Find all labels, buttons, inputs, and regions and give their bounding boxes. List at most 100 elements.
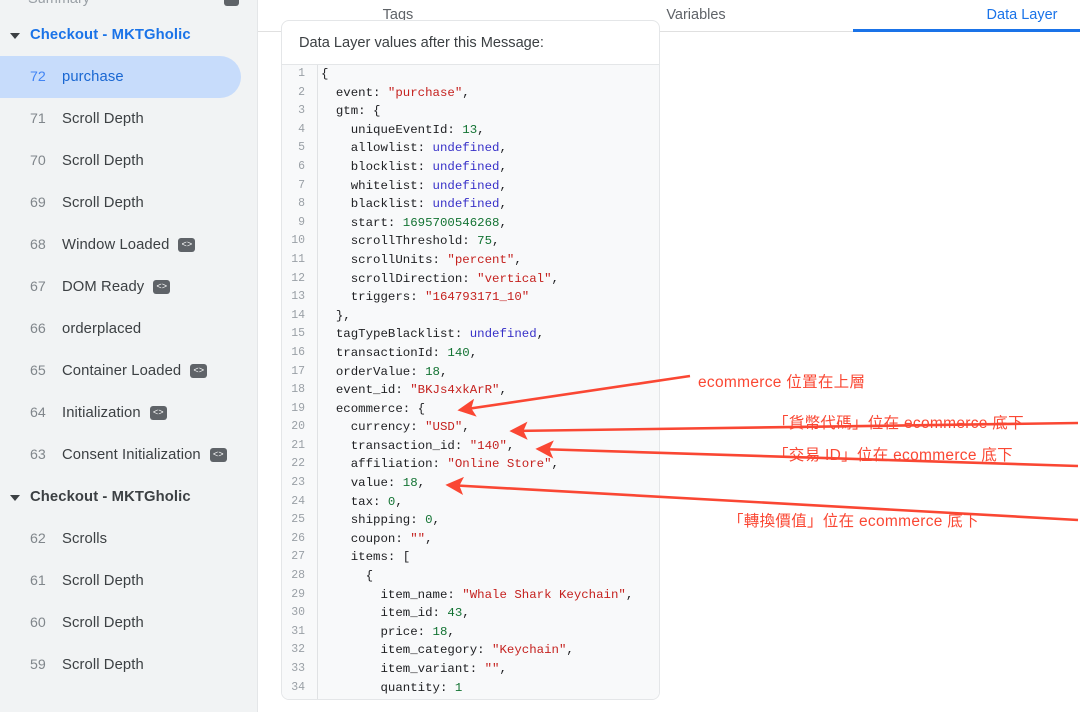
code-line: 5 allowlist: undefined, [282, 139, 659, 158]
sidebar-event-row[interactable]: 60 Scroll Depth [0, 602, 241, 644]
sidebar-group-label: Checkout - MKTGholic [30, 489, 191, 505]
sidebar-event-row[interactable]: 67 DOM Ready <> [0, 266, 241, 308]
event-label: Scroll Depth [62, 195, 144, 211]
code-line: 3 gtm: { [282, 102, 659, 121]
code-badge-icon: <> [209, 448, 227, 462]
code-source: price: 18, [321, 624, 455, 639]
line-number: 10 [291, 234, 305, 248]
event-number: 71 [30, 111, 46, 127]
sidebar-event-row[interactable]: 69 Scroll Depth [0, 182, 241, 224]
event-number: 61 [30, 573, 46, 589]
line-number: 21 [291, 438, 305, 452]
code-badge-icon: <> [178, 238, 196, 252]
line-number: 17 [291, 364, 305, 378]
event-label: Scroll Depth [62, 657, 144, 673]
tab-data-layer[interactable]: Data Layer [987, 0, 1058, 32]
annotation-label: ecommerce 位置在上層 [698, 374, 866, 391]
code-line: 12 scrollDirection: "vertical", [282, 270, 659, 289]
code-source: quantity: 1 [321, 680, 463, 695]
tab-variables[interactable]: Variables [666, 0, 725, 32]
chevron-down-icon[interactable] [8, 489, 24, 505]
code-source: transactionId: 140, [321, 345, 478, 360]
code-line: 32 item_category: "Keychain", [282, 641, 659, 660]
code-source: allowlist: undefined, [321, 141, 507, 156]
code-line: 22 affiliation: "Online Store", [282, 455, 659, 474]
sidebar-event-row[interactable]: 68 Window Loaded <> [0, 224, 241, 266]
code-source: { [321, 569, 374, 584]
main-panel: Tags Variables Data Layer Data Layer value… [258, 0, 1080, 712]
code-line: 7 whitelist: undefined, [282, 177, 659, 196]
code-source: blacklist: undefined, [321, 197, 507, 212]
line-number: 34 [291, 680, 305, 694]
code-line: 4 uniqueEventId: 13, [282, 121, 659, 140]
line-number: 9 [298, 215, 305, 229]
gutter-divider [317, 65, 318, 699]
annotation-label: 「轉換價值」位在 ecommerce 底下 [728, 513, 979, 530]
event-label: purchase [62, 69, 124, 85]
line-number: 5 [298, 141, 305, 155]
sidebar-event-row[interactable]: 59 Scroll Depth [0, 644, 241, 686]
sidebar-event-row[interactable]: 62 Scrolls [0, 518, 241, 560]
chevron-down-icon[interactable] [8, 27, 24, 43]
code-source: items: [ [321, 550, 411, 565]
code-source: blocklist: undefined, [321, 159, 507, 174]
card-title: Data Layer values after this Message: [282, 21, 659, 65]
event-label: Scroll Depth [62, 573, 144, 589]
code-source: { [321, 67, 329, 81]
code-source: gtm: { [321, 104, 381, 119]
line-number: 15 [291, 327, 305, 341]
code-source: item_category: "Keychain", [321, 643, 574, 658]
code-line: 28 { [282, 567, 659, 586]
code-line: 30 item_id: 43, [282, 604, 659, 623]
code-line: 20 currency: "USD", [282, 418, 659, 437]
code-source: shipping: 0, [321, 513, 440, 528]
line-number: 4 [298, 122, 305, 136]
code-line: 35 } [282, 697, 659, 699]
code-line: 1{ [282, 65, 659, 84]
event-label: Window Loaded [62, 237, 170, 253]
code-line: 16 transactionId: 140, [282, 344, 659, 363]
event-number: 72 [30, 69, 46, 85]
sidebar-event-row[interactable]: 61 Scroll Depth [0, 560, 241, 602]
event-list-sidebar[interactable]: Summary Checkout - MKTGholic 72 purchase 71… [0, 0, 258, 712]
sidebar-event-row[interactable]: 66 orderplaced [0, 308, 241, 350]
code-line: 21 transaction_id: "140", [282, 437, 659, 456]
event-label: Scroll Depth [62, 615, 144, 631]
code-line: 17 orderValue: 18, [282, 363, 659, 382]
code-source: item_variant: "", [321, 662, 507, 676]
line-number: 24 [291, 494, 305, 508]
code-source: currency: "USD", [321, 420, 470, 435]
sidebar-group-header[interactable]: Checkout - MKTGholic [0, 14, 257, 56]
line-number: 22 [291, 457, 305, 471]
code-badge-icon: <> [153, 280, 171, 294]
code-line: 6 blocklist: undefined, [282, 158, 659, 177]
code-source: orderValue: 18, [321, 364, 448, 379]
line-number: 16 [291, 345, 305, 359]
code-source: scrollUnits: "percent", [321, 252, 522, 267]
event-number: 69 [30, 195, 46, 211]
line-number: 23 [291, 476, 305, 490]
event-label: Container Loaded [62, 363, 182, 379]
code-viewer[interactable]: 1{2 event: "purchase", 3 gtm: {4 uniqueEv… [282, 65, 659, 699]
code-line: 10 scrollThreshold: 75, [282, 232, 659, 251]
active-tab-underline [853, 29, 1080, 32]
sidebar-event-row[interactable]: 70 Scroll Depth [0, 140, 241, 182]
code-line: 13 triggers: "164793171_10" [282, 288, 659, 307]
sidebar-event-row[interactable]: 64 Initialization <> [0, 392, 241, 434]
code-line: 34 quantity: 1 [282, 679, 659, 698]
code-source: scrollDirection: "vertical", [321, 271, 559, 286]
sidebar-event-row[interactable]: 71 Scroll Depth [0, 98, 241, 140]
sidebar-item-summary[interactable]: Summary [0, 0, 257, 14]
code-source: coupon: "", [321, 531, 433, 546]
sidebar-event-row[interactable]: 65 Container Loaded <> [0, 350, 241, 392]
event-label: DOM Ready [62, 279, 145, 295]
sidebar-event-row[interactable]: 63 Consent Initialization <> [0, 434, 241, 476]
code-source: } [311, 697, 373, 699]
code-source: event_id: "BKJs4xkArR", [321, 383, 507, 398]
sidebar-event-row[interactable]: 72 purchase [0, 56, 241, 98]
code-source: event: "purchase", [321, 85, 470, 100]
code-line: 27 items: [ [282, 548, 659, 567]
event-label: Scrolls [62, 531, 108, 547]
sidebar-group-header[interactable]: Checkout - MKTGholic [0, 476, 257, 518]
code-line: 18 event_id: "BKJs4xkArR", [282, 381, 659, 400]
